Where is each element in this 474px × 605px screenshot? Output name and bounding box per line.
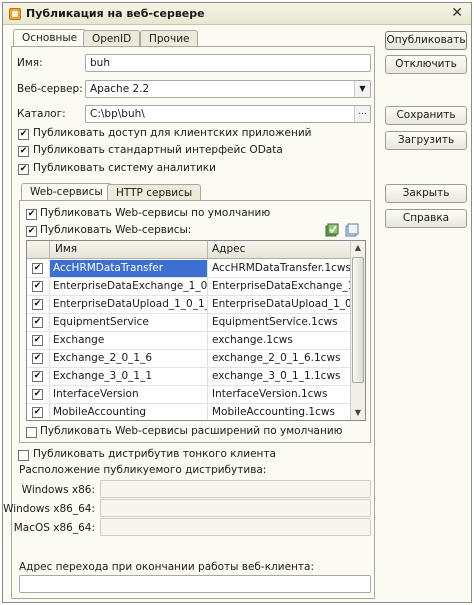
tab-other[interactable]: Прочие (140, 30, 199, 47)
row-address: exchange.1cws (212, 334, 293, 346)
windows-x86-64-input[interactable] (100, 499, 371, 517)
checkbox-client-access-label: Публиковать доступ для клиентских прилож… (33, 127, 312, 139)
catalog-value: C:\bp\buh\ (90, 108, 145, 120)
close-icon[interactable]: ✕ (451, 5, 463, 21)
row-address: MobileAccounting.1cws (212, 406, 335, 418)
row-address: EnterpriseDataUpload_1_0_1... (212, 298, 351, 310)
checkbox-analytics[interactable]: ✔ (18, 164, 29, 175)
macos-label: MacOS x86_64: (13, 522, 95, 534)
row-name: AccHRMDataTransfer (50, 260, 207, 277)
catalog-label: Каталог: (17, 108, 66, 120)
row-checkbox[interactable]: ✔ (32, 371, 43, 382)
row-checkbox[interactable]: ✔ (32, 335, 43, 346)
table-row[interactable]: ✔ InterfaceVersion InterfaceVersion.1cws (27, 386, 351, 404)
checkbox-publish-extensions[interactable] (26, 427, 37, 438)
row-address: InterfaceVersion.1cws (212, 388, 328, 400)
row-name: EnterpriseDataUpload_1_0_1_1 (53, 298, 207, 310)
webservices-table: Имя Адрес ✔ AccHRMDataTransfer AccHRMDat… (26, 240, 366, 421)
name-label: Имя: (17, 57, 43, 69)
row-name: Exchange_3_0_1_1 (53, 370, 153, 382)
row-name: MobileAccounting (53, 406, 147, 418)
checkbox-client-access[interactable]: ✔ (18, 129, 29, 140)
row-name: Exchange (53, 334, 105, 346)
column-separator (49, 241, 50, 259)
tab-main[interactable]: Основные (13, 29, 87, 47)
table-row[interactable]: ✔ Exchange_2_0_1_6 exchange_2_0_1_6.1cws (27, 350, 351, 368)
column-header-address[interactable]: Адрес (212, 243, 245, 255)
macos-input[interactable] (100, 518, 371, 536)
row-name: InterfaceVersion (53, 388, 139, 400)
checkbox-odata-label: Публиковать стандартный интерфейс OData (33, 144, 283, 156)
row-address: EnterpriseDataExchange_1_... (212, 280, 351, 292)
row-checkbox[interactable]: ✔ (32, 353, 43, 364)
webserver-select[interactable]: Apache 2.2 ▼ (85, 80, 371, 98)
title-bar: Публикация на веб-сервере ✕ (3, 3, 471, 25)
close-button[interactable]: Закрыть (385, 184, 467, 203)
save-button[interactable]: Сохранить (385, 106, 467, 125)
row-address: exchange_3_0_1_1.1cws (212, 370, 341, 382)
scroll-thumb[interactable] (352, 257, 364, 383)
publish-button[interactable]: Опубликовать (385, 31, 467, 50)
row-checkbox[interactable]: ✔ (32, 263, 43, 274)
tab-openid[interactable]: OpenID (83, 30, 141, 47)
row-name: EquipmentService (53, 316, 149, 328)
chevron-down-icon[interactable]: ▼ (354, 81, 370, 97)
table-scrollbar[interactable]: ▲ ▼ (350, 241, 365, 420)
subtab-webservices[interactable]: Web-сервисы (21, 183, 112, 201)
browse-button[interactable]: ... (354, 106, 370, 122)
checkbox-publish-ws[interactable]: ✔ (26, 226, 37, 237)
checkbox-analytics-label: Публиковать систему аналитики (33, 162, 216, 174)
row-checkbox[interactable]: ✔ (32, 317, 43, 328)
webserver-value: Apache 2.2 (90, 83, 150, 95)
scroll-down-icon[interactable]: ▼ (351, 406, 365, 420)
row-address: AccHRMDataTransfer.1cws (212, 262, 351, 274)
table-row[interactable]: ✔ EnterpriseDataExchange_1_0_1_1 Enterpr… (27, 278, 351, 296)
row-checkbox[interactable]: ✔ (32, 407, 43, 418)
table-row[interactable]: ✔ EquipmentService EquipmentService.1cws (27, 314, 351, 332)
checkbox-publish-ws-default-label: Публиковать Web-сервисы по умолчанию (40, 207, 271, 219)
check-all-icon[interactable] (325, 223, 339, 237)
row-checkbox[interactable]: ✔ (32, 389, 43, 400)
column-header-name[interactable]: Имя (55, 243, 77, 255)
checkbox-thin-client[interactable] (18, 450, 29, 461)
windows-x86-input[interactable] (100, 480, 371, 498)
redirect-input[interactable] (19, 575, 371, 593)
scroll-up-icon[interactable]: ▲ (351, 241, 365, 255)
checkbox-thin-client-label: Публиковать дистрибутив тонкого клиента (33, 448, 276, 460)
name-input[interactable]: buh (85, 54, 371, 72)
table-header: Имя Адрес (27, 241, 351, 259)
checkbox-publish-ws-default[interactable]: ✔ (26, 209, 37, 220)
load-button[interactable]: Загрузить (385, 131, 467, 150)
table-row[interactable]: ✔ Exchange_3_0_1_1 exchange_3_0_1_1.1cws (27, 368, 351, 386)
row-address: exchange_2_0_1_6.1cws (212, 352, 341, 364)
publish-dialog: Публикация на веб-сервере ✕ Основные Ope… (2, 2, 472, 603)
app-icon (9, 8, 21, 20)
checkbox-odata[interactable]: ✔ (18, 146, 29, 157)
distribution-location-label: Расположение публикуемого дистрибутива: (19, 464, 267, 476)
help-button[interactable]: Справка (385, 209, 467, 228)
subtab-http[interactable]: HTTP сервисы (107, 184, 202, 201)
redirect-label: Адрес перехода при окончании работы веб-… (19, 561, 314, 573)
row-name: Exchange_2_0_1_6 (53, 352, 153, 364)
table-row[interactable]: ✔ EnterpriseDataUpload_1_0_1_1 Enterpris… (27, 296, 351, 314)
unpublish-button[interactable]: Отключить (385, 55, 467, 74)
column-separator (207, 241, 208, 259)
row-checkbox[interactable]: ✔ (32, 299, 43, 310)
row-address: EquipmentService.1cws (212, 316, 338, 328)
checkbox-publish-ws-label: Публиковать Web-сервисы: (40, 224, 192, 236)
table-row[interactable]: ✔ MobileAccounting MobileAccounting.1cws (27, 404, 351, 420)
table-row[interactable]: ✔ AccHRMDataTransfer AccHRMDataTransfer.… (27, 260, 351, 278)
windows-x86-label: Windows x86: (21, 484, 95, 496)
checkbox-publish-extensions-label: Публиковать Web-сервисы расширений по ум… (40, 425, 343, 437)
webserver-label: Веб-сервер: (17, 83, 83, 95)
window-title: Публикация на веб-сервере (26, 7, 205, 20)
uncheck-all-icon[interactable] (345, 223, 359, 237)
windows-x86-64-label: Windows x86_64: (3, 503, 95, 515)
table-row[interactable]: ✔ Exchange exchange.1cws (27, 332, 351, 350)
catalog-input[interactable]: C:\bp\buh\ ... (85, 105, 371, 123)
row-checkbox[interactable]: ✔ (32, 281, 43, 292)
row-name: EnterpriseDataExchange_1_0_1_1 (53, 280, 207, 292)
